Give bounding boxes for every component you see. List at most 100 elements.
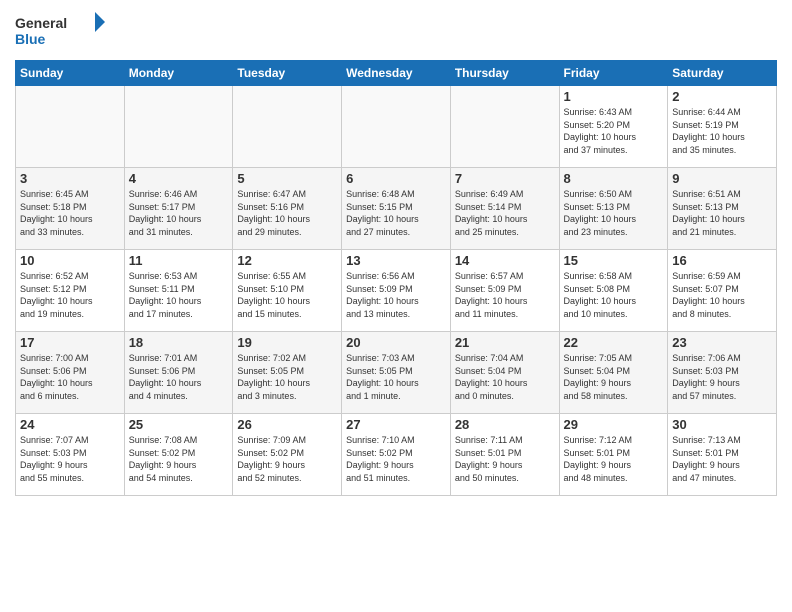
calendar-cell: 4Sunrise: 6:46 AM Sunset: 5:17 PM Daylig… bbox=[124, 168, 233, 250]
calendar-cell: 8 Sunrise: 6:50 AM Sunset: 5:13 PM Daylig… bbox=[559, 168, 668, 250]
day-info: Sunrise: 6:56 AM Sunset: 5:09 PM Dayligh… bbox=[346, 270, 446, 320]
day-info: Sunrise: 6:43 AM Sunset: 5:20 PM Dayligh… bbox=[564, 106, 664, 156]
calendar-cell: 11 Sunrise: 6:53 AM Sunset: 5:11 PM Dayli… bbox=[124, 250, 233, 332]
calendar-cell: 23 Sunrise: 7:06 AM Sunset: 5:03 PM Dayli… bbox=[668, 332, 777, 414]
day-number: 9 bbox=[672, 171, 772, 186]
day-number: 1 bbox=[564, 89, 664, 104]
calendar-cell: 27 Sunrise: 7:10 AM Sunset: 5:02 PM Dayli… bbox=[342, 414, 451, 496]
day-number: 11 bbox=[129, 253, 229, 268]
calendar-cell: 30 Sunrise: 7:13 AM Sunset: 5:01 PM Dayli… bbox=[668, 414, 777, 496]
day-info: Sunrise: 7:07 AM Sunset: 5:03 PM Dayligh… bbox=[20, 434, 120, 484]
week-row-2: 3Sunrise: 6:45 AM Sunset: 5:18 PM Daylig… bbox=[16, 168, 777, 250]
day-info: Sunrise: 7:06 AM Sunset: 5:03 PM Dayligh… bbox=[672, 352, 772, 402]
day-number: 5 bbox=[237, 171, 337, 186]
day-number: 18 bbox=[129, 335, 229, 350]
day-number: 26 bbox=[237, 417, 337, 432]
calendar-cell: 21 Sunrise: 7:04 AM Sunset: 5:04 PM Dayli… bbox=[450, 332, 559, 414]
day-info: Sunrise: 6:44 AM Sunset: 5:19 PM Dayligh… bbox=[672, 106, 772, 156]
day-number: 19 bbox=[237, 335, 337, 350]
day-info: Sunrise: 7:12 AM Sunset: 5:01 PM Dayligh… bbox=[564, 434, 664, 484]
calendar-cell: 15 Sunrise: 6:58 AM Sunset: 5:08 PM Dayli… bbox=[559, 250, 668, 332]
svg-text:Blue: Blue bbox=[15, 31, 46, 47]
day-number: 27 bbox=[346, 417, 446, 432]
weekday-header-sunday: Sunday bbox=[16, 61, 125, 86]
day-info: Sunrise: 7:04 AM Sunset: 5:04 PM Dayligh… bbox=[455, 352, 555, 402]
day-number: 13 bbox=[346, 253, 446, 268]
day-number: 21 bbox=[455, 335, 555, 350]
day-info: Sunrise: 7:01 AM Sunset: 5:06 PM Dayligh… bbox=[129, 352, 229, 402]
day-info: Sunrise: 6:55 AM Sunset: 5:10 PM Dayligh… bbox=[237, 270, 337, 320]
weekday-header-thursday: Thursday bbox=[450, 61, 559, 86]
week-row-1: 1 Sunrise: 6:43 AM Sunset: 5:20 PM Daylig… bbox=[16, 86, 777, 168]
day-number: 28 bbox=[455, 417, 555, 432]
day-number: 23 bbox=[672, 335, 772, 350]
day-number: 7 bbox=[455, 171, 555, 186]
calendar-cell: 16Sunrise: 6:59 AM Sunset: 5:07 PM Dayli… bbox=[668, 250, 777, 332]
day-info: Sunrise: 7:05 AM Sunset: 5:04 PM Dayligh… bbox=[564, 352, 664, 402]
weekday-header-saturday: Saturday bbox=[668, 61, 777, 86]
day-info: Sunrise: 6:48 AM Sunset: 5:15 PM Dayligh… bbox=[346, 188, 446, 238]
calendar-cell: 10 Sunrise: 6:52 AM Sunset: 5:12 PM Dayli… bbox=[16, 250, 125, 332]
calendar-cell: 14 Sunrise: 6:57 AM Sunset: 5:09 PM Dayli… bbox=[450, 250, 559, 332]
day-number: 2 bbox=[672, 89, 772, 104]
day-info: Sunrise: 7:10 AM Sunset: 5:02 PM Dayligh… bbox=[346, 434, 446, 484]
day-info: Sunrise: 7:09 AM Sunset: 5:02 PM Dayligh… bbox=[237, 434, 337, 484]
svg-text:General: General bbox=[15, 15, 67, 31]
week-row-3: 10 Sunrise: 6:52 AM Sunset: 5:12 PM Dayli… bbox=[16, 250, 777, 332]
day-info: Sunrise: 6:58 AM Sunset: 5:08 PM Dayligh… bbox=[564, 270, 664, 320]
calendar-cell: 28Sunrise: 7:11 AM Sunset: 5:01 PM Dayli… bbox=[450, 414, 559, 496]
day-number: 4 bbox=[129, 171, 229, 186]
day-number: 10 bbox=[20, 253, 120, 268]
day-number: 22 bbox=[564, 335, 664, 350]
page-container: General Blue SundayMondayTuesdayWednesda… bbox=[0, 0, 792, 501]
day-number: 6 bbox=[346, 171, 446, 186]
day-number: 30 bbox=[672, 417, 772, 432]
day-info: Sunrise: 6:52 AM Sunset: 5:12 PM Dayligh… bbox=[20, 270, 120, 320]
day-info: Sunrise: 6:59 AM Sunset: 5:07 PM Dayligh… bbox=[672, 270, 772, 320]
day-number: 17 bbox=[20, 335, 120, 350]
week-row-5: 24 Sunrise: 7:07 AM Sunset: 5:03 PM Dayli… bbox=[16, 414, 777, 496]
calendar-cell bbox=[233, 86, 342, 168]
day-info: Sunrise: 7:00 AM Sunset: 5:06 PM Dayligh… bbox=[20, 352, 120, 402]
weekday-header-friday: Friday bbox=[559, 61, 668, 86]
logo: General Blue bbox=[15, 10, 105, 52]
calendar-cell: 5Sunrise: 6:47 AM Sunset: 5:16 PM Daylig… bbox=[233, 168, 342, 250]
day-info: Sunrise: 6:53 AM Sunset: 5:11 PM Dayligh… bbox=[129, 270, 229, 320]
calendar-cell: 9 Sunrise: 6:51 AM Sunset: 5:13 PM Daylig… bbox=[668, 168, 777, 250]
weekday-header-tuesday: Tuesday bbox=[233, 61, 342, 86]
weekday-header-wednesday: Wednesday bbox=[342, 61, 451, 86]
calendar-cell: 25 Sunrise: 7:08 AM Sunset: 5:02 PM Dayli… bbox=[124, 414, 233, 496]
logo-svg: General Blue bbox=[15, 10, 105, 52]
day-number: 29 bbox=[564, 417, 664, 432]
header: General Blue bbox=[15, 10, 777, 52]
calendar-cell bbox=[450, 86, 559, 168]
day-info: Sunrise: 7:13 AM Sunset: 5:01 PM Dayligh… bbox=[672, 434, 772, 484]
calendar-cell: 13 Sunrise: 6:56 AM Sunset: 5:09 PM Dayli… bbox=[342, 250, 451, 332]
calendar-cell: 17 Sunrise: 7:00 AM Sunset: 5:06 PM Dayli… bbox=[16, 332, 125, 414]
calendar-cell: 29 Sunrise: 7:12 AM Sunset: 5:01 PM Dayli… bbox=[559, 414, 668, 496]
calendar-cell: 18 Sunrise: 7:01 AM Sunset: 5:06 PM Dayli… bbox=[124, 332, 233, 414]
day-number: 15 bbox=[564, 253, 664, 268]
day-number: 25 bbox=[129, 417, 229, 432]
calendar-cell: 12Sunrise: 6:55 AM Sunset: 5:10 PM Dayli… bbox=[233, 250, 342, 332]
calendar-cell: 22 Sunrise: 7:05 AM Sunset: 5:04 PM Dayli… bbox=[559, 332, 668, 414]
day-info: Sunrise: 6:51 AM Sunset: 5:13 PM Dayligh… bbox=[672, 188, 772, 238]
day-info: Sunrise: 7:08 AM Sunset: 5:02 PM Dayligh… bbox=[129, 434, 229, 484]
day-info: Sunrise: 6:50 AM Sunset: 5:13 PM Dayligh… bbox=[564, 188, 664, 238]
day-info: Sunrise: 6:49 AM Sunset: 5:14 PM Dayligh… bbox=[455, 188, 555, 238]
calendar-cell: 2 Sunrise: 6:44 AM Sunset: 5:19 PM Daylig… bbox=[668, 86, 777, 168]
calendar-cell: 20Sunrise: 7:03 AM Sunset: 5:05 PM Dayli… bbox=[342, 332, 451, 414]
calendar-cell bbox=[342, 86, 451, 168]
day-number: 14 bbox=[455, 253, 555, 268]
calendar-table: SundayMondayTuesdayWednesdayThursdayFrid… bbox=[15, 60, 777, 496]
calendar-cell bbox=[124, 86, 233, 168]
calendar-cell: 19 Sunrise: 7:02 AM Sunset: 5:05 PM Dayli… bbox=[233, 332, 342, 414]
day-number: 3 bbox=[20, 171, 120, 186]
calendar-cell: 7 Sunrise: 6:49 AM Sunset: 5:14 PM Daylig… bbox=[450, 168, 559, 250]
calendar-cell: 24 Sunrise: 7:07 AM Sunset: 5:03 PM Dayli… bbox=[16, 414, 125, 496]
day-info: Sunrise: 6:57 AM Sunset: 5:09 PM Dayligh… bbox=[455, 270, 555, 320]
day-number: 24 bbox=[20, 417, 120, 432]
week-row-4: 17 Sunrise: 7:00 AM Sunset: 5:06 PM Dayli… bbox=[16, 332, 777, 414]
day-number: 8 bbox=[564, 171, 664, 186]
day-info: Sunrise: 7:02 AM Sunset: 5:05 PM Dayligh… bbox=[237, 352, 337, 402]
